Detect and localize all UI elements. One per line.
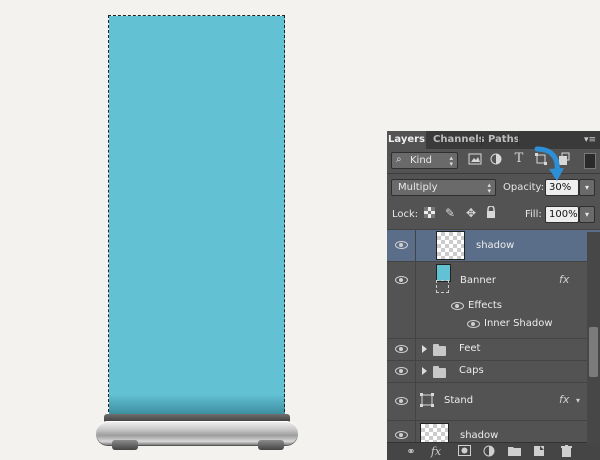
layer-name: Feet	[459, 343, 481, 354]
lock-position-move-icon[interactable]: ✥	[464, 206, 478, 220]
annotation-arrow-icon	[534, 146, 564, 181]
effect-item-inner-shadow: Inner Shadow	[484, 318, 553, 329]
eye-icon[interactable]	[395, 367, 408, 375]
delete-layer-trash-icon[interactable]	[559, 445, 573, 459]
lock-all-padlock-icon[interactable]	[485, 205, 497, 220]
expand-arrow-icon[interactable]	[422, 367, 427, 375]
filter-kind-select[interactable]: ⌕ Kind ▴ ▾	[391, 152, 458, 169]
layer-mask-thumbnail	[436, 280, 449, 293]
spinner-arrows-icon: ▴ ▾	[487, 181, 491, 195]
scrollbar-thumb[interactable]	[589, 327, 598, 377]
fill-dropdown-button[interactable]: ▾	[579, 206, 595, 223]
visibility-column	[387, 230, 416, 261]
folder-icon	[433, 366, 446, 378]
filter-adjustment-icon[interactable]	[488, 152, 504, 168]
tab-channels[interactable]: Channels	[433, 131, 485, 149]
tab-paths[interactable]: Paths	[488, 131, 520, 149]
visibility-column	[387, 339, 416, 360]
layers-panel: Layers Channels Paths ▾≡ ⌕ Kind ▴ ▾ T Mul…	[387, 131, 600, 460]
fill-value: 100%	[549, 209, 578, 220]
eye-icon[interactable]	[395, 276, 408, 284]
blend-mode-value: Multiply	[398, 182, 438, 193]
panel-tabs: Layers Channels Paths ▾≡	[387, 131, 600, 149]
eye-icon[interactable]	[451, 302, 464, 310]
layer-thumbnail	[436, 231, 465, 260]
add-mask-icon[interactable]	[457, 445, 471, 459]
divider	[387, 173, 600, 174]
tab-layers[interactable]: Layers	[387, 131, 426, 149]
eye-icon[interactable]	[467, 320, 480, 328]
eye-icon[interactable]	[395, 241, 408, 249]
blend-mode-select[interactable]: Multiply ▴ ▾	[391, 179, 496, 196]
fx-icon[interactable]: fx	[559, 273, 569, 286]
fill-input[interactable]: 100%	[545, 206, 579, 223]
layer-name: Banner	[460, 275, 496, 286]
expand-effects-arrow-icon[interactable]: ▾	[576, 396, 580, 405]
eye-icon[interactable]	[395, 397, 408, 405]
fill-label: Fill:	[525, 209, 542, 220]
layers-scrollbar[interactable]	[587, 232, 600, 444]
banner-artwork	[109, 16, 285, 416]
layer-row-shadow-bottom[interactable]: shadow	[387, 420, 600, 452]
lock-label: Lock:	[392, 209, 419, 220]
visibility-column	[387, 421, 416, 444]
layer-name: Stand	[444, 395, 474, 406]
link-layers-icon[interactable]: ⚭	[404, 445, 418, 459]
layer-group-feet[interactable]: Feet	[387, 338, 600, 360]
expand-arrow-icon[interactable]	[422, 345, 427, 353]
tab-divider	[481, 134, 482, 146]
panel-menu-icon[interactable]: ▾≡	[584, 134, 596, 146]
filter-toggle-switch[interactable]	[584, 153, 596, 169]
panel-bottom-bar: ⚭ fx	[387, 442, 600, 460]
layer-row-stand[interactable]: Stand fx ▾	[387, 382, 600, 420]
opacity-dropdown-button[interactable]: ▾	[579, 179, 595, 196]
stand-foot-right	[258, 440, 284, 450]
layer-name: shadow	[460, 430, 499, 441]
folder-icon	[433, 344, 446, 356]
lock-transparent-pixels-icon[interactable]	[423, 207, 435, 219]
eye-icon[interactable]	[395, 345, 408, 353]
filter-type-icon[interactable]: T	[511, 151, 527, 167]
search-icon: ⌕	[396, 154, 402, 165]
tab-divider	[518, 134, 519, 146]
layer-name: shadow	[476, 240, 515, 251]
fx-label: fx	[430, 445, 442, 458]
lock-image-pixels-brush-icon[interactable]: ✎	[443, 206, 457, 220]
banner-bottom-shade	[109, 394, 285, 416]
shape-layer-icon	[420, 393, 434, 407]
filter-pixel-icon[interactable]	[467, 152, 483, 168]
new-adjustment-layer-icon[interactable]	[482, 445, 496, 459]
filter-kind-label: Kind	[410, 155, 433, 166]
layer-row-shadow-top[interactable]: shadow	[387, 229, 600, 261]
stand-foot-left	[112, 440, 138, 450]
visibility-column	[387, 262, 416, 338]
fx-icon[interactable]: fx	[559, 393, 569, 406]
visibility-column	[387, 361, 416, 382]
new-layer-icon[interactable]	[532, 445, 546, 459]
layer-name: Caps	[459, 365, 484, 376]
spinner-arrows-icon: ▴ ▾	[449, 154, 453, 168]
layer-group-caps[interactable]: Caps	[387, 360, 600, 382]
add-layer-style-icon[interactable]: fx	[429, 445, 443, 459]
eye-icon[interactable]	[395, 431, 408, 439]
layer-row-banner[interactable]: Banner fx Effects Inner Shadow	[387, 261, 600, 338]
visibility-column	[387, 383, 416, 420]
new-group-folder-icon[interactable]	[507, 445, 521, 459]
effects-label: Effects	[468, 300, 502, 311]
